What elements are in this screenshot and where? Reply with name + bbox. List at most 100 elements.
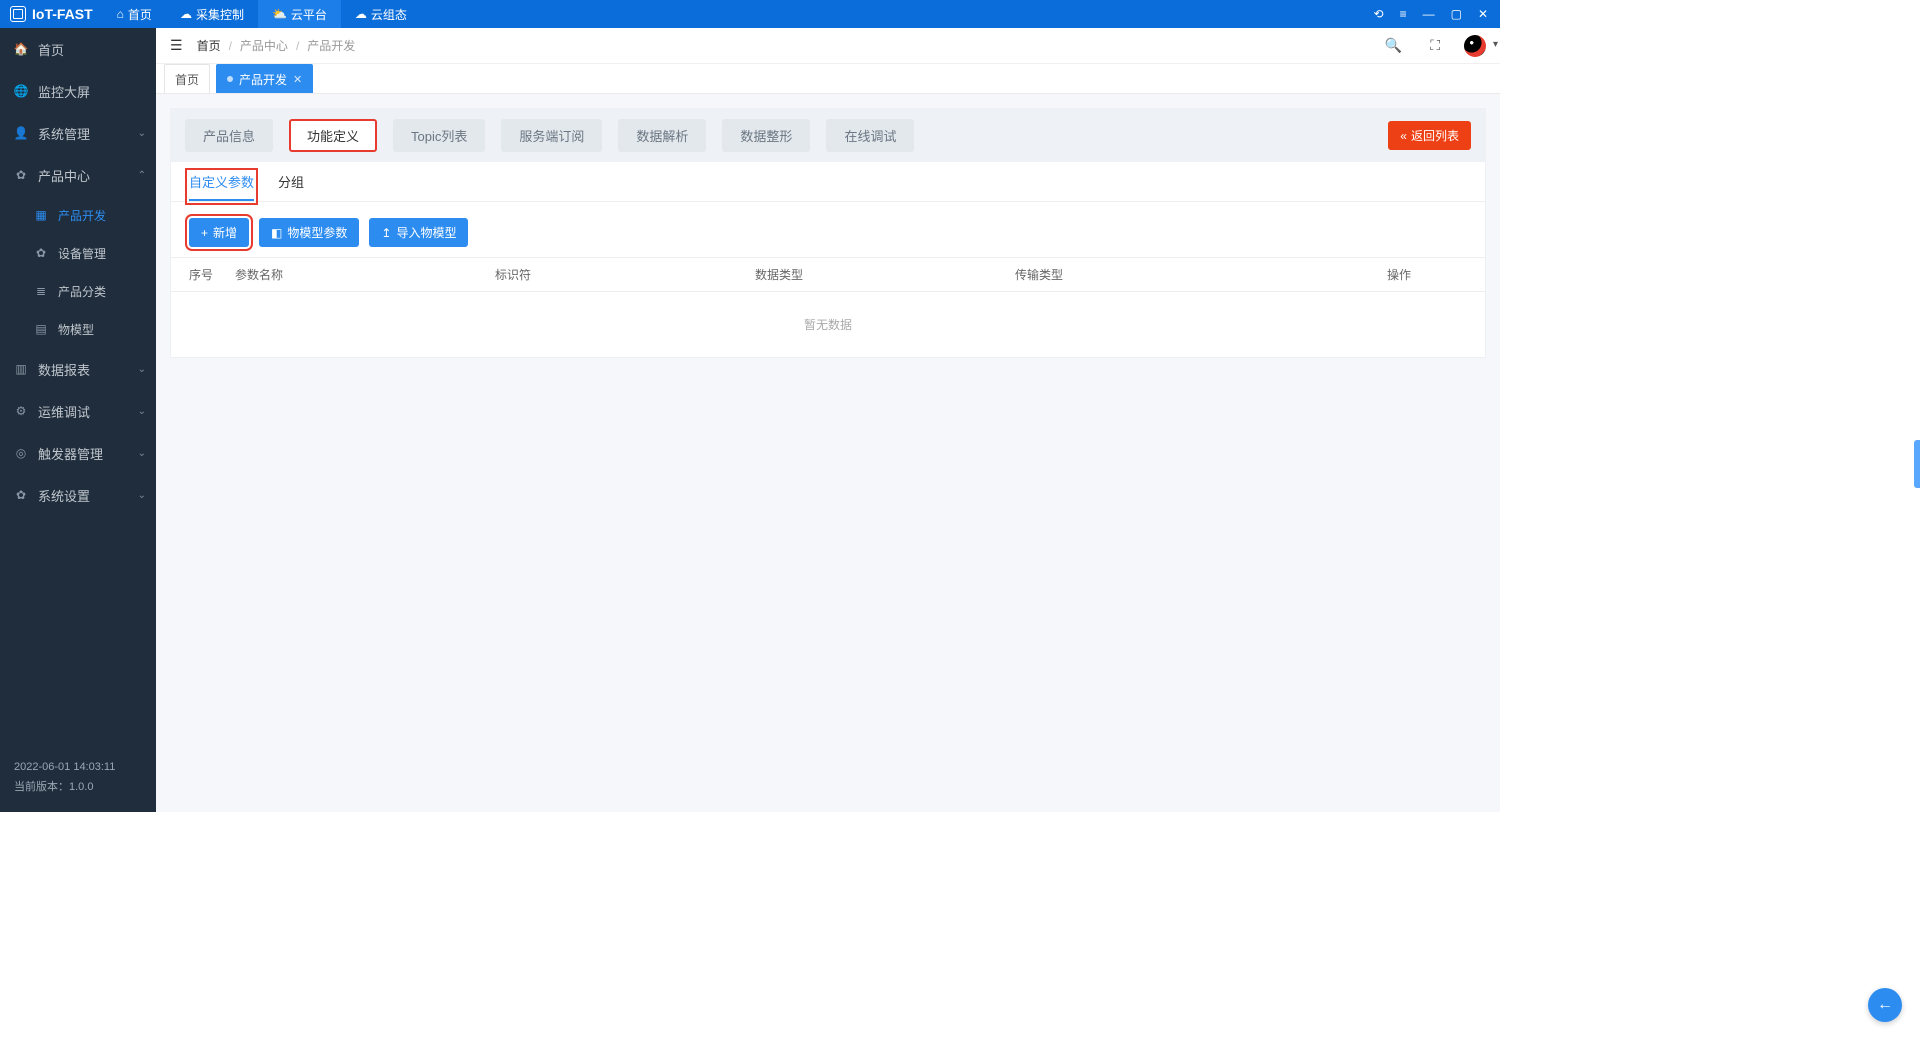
subtab-group[interactable]: 分组 [278, 172, 304, 201]
topnav-cloud-platform[interactable]: ⛅云平台 [258, 0, 341, 28]
sidebar-item-reports[interactable]: ▥数据报表⌄ [0, 348, 156, 390]
segment-tabs: 产品信息 功能定义 Topic列表 服务端订阅 数据解析 数据整形 在线调试 [185, 119, 914, 152]
topnav-home[interactable]: ⌂首页 [103, 0, 166, 28]
subtab-custom-params[interactable]: 自定义参数 [189, 172, 254, 201]
chevron-down-icon: ⌄ [138, 406, 146, 417]
page-tabs: 首页 产品开发✕ [156, 64, 1500, 94]
col-transfer-type: 传输类型 [1015, 266, 1387, 283]
fab-back-button[interactable]: ← [1868, 988, 1902, 1022]
bug-icon: ⚙ [14, 404, 28, 418]
cloud-icon: ☁ [180, 7, 192, 21]
topnav-cloud-scada[interactable]: ☁云组态 [341, 0, 421, 28]
product-card: 产品信息 功能定义 Topic列表 服务端订阅 数据解析 数据整形 在线调试 «… [170, 108, 1486, 358]
breadcrumb-home[interactable]: 首页 [197, 37, 221, 54]
sidebar-item-system-settings[interactable]: ✿系统设置⌄ [0, 474, 156, 516]
breadcrumb-product-dev: 产品开发 [307, 37, 355, 54]
sidebar-item-product-center[interactable]: ✿产品中心⌃ [0, 154, 156, 196]
sidebar-item-product-dev[interactable]: ▦产品开发 [0, 196, 156, 234]
window-controls: ⟲ ≡ — ▢ ✕ [1374, 7, 1500, 21]
close-icon[interactable]: ✕ [1478, 7, 1488, 21]
chevron-down-icon: ⌄ [138, 364, 146, 375]
gear-icon: ✿ [14, 168, 28, 182]
sidebar-item-home[interactable]: 🏠首页 [0, 28, 156, 70]
col-identifier: 标识符 [495, 266, 755, 283]
search-icon[interactable]: 🔍 [1385, 37, 1402, 54]
seg-online-debug[interactable]: 在线调试 [826, 119, 914, 152]
seg-data-parse[interactable]: 数据解析 [618, 119, 706, 152]
gear-icon: ✿ [34, 246, 48, 260]
chart-icon: ▥ [14, 362, 28, 376]
cloud-icon: ☁ [355, 7, 367, 21]
table-header: 序号 参数名称 标识符 数据类型 传输类型 操作 [171, 257, 1485, 292]
col-param-name: 参数名称 [235, 266, 495, 283]
titlebar: IoT-FAST ⌂首页 ☁采集控制 ⛅云平台 ☁云组态 ⟲ ≡ — ▢ ✕ [0, 0, 1500, 28]
main: ☰ 首页 / 产品中心 / 产品开发 🔍 ⛶ 首页 产品开发✕ 产品信息 [156, 28, 1500, 812]
refresh-icon[interactable]: ⟲ [1374, 7, 1384, 21]
pagetab-home[interactable]: 首页 [164, 64, 210, 93]
sidebar: 🏠首页 🌐监控大屏 👤系统管理⌄ ✿产品中心⌃ ▦产品开发 ✿设备管理 ≣产品分… [0, 28, 156, 812]
globe-icon: 🌐 [14, 84, 28, 98]
sidebar-footer: 2022-06-01 14:03:11 当前版本：1.0.0 [0, 748, 156, 812]
menu-icon[interactable]: ≡ [1400, 7, 1407, 21]
sidebar-item-product-category[interactable]: ≣产品分类 [0, 272, 156, 310]
breadcrumb-sep: / [229, 39, 232, 53]
chevron-down-icon: ⌄ [138, 128, 146, 139]
model-params-button[interactable]: ◧物模型参数 [259, 218, 359, 247]
pagetab-product-dev[interactable]: 产品开发✕ [216, 64, 313, 93]
plus-icon: + [201, 226, 208, 240]
minimize-icon[interactable]: — [1423, 7, 1435, 21]
chevron-left-icon: « [1400, 129, 1407, 143]
topbar: ☰ 首页 / 产品中心 / 产品开发 🔍 ⛶ [156, 28, 1500, 64]
chevron-up-icon: ⌃ [138, 170, 146, 181]
table-icon: ▤ [34, 322, 48, 336]
home-icon: ⌂ [117, 7, 124, 21]
sidebar-item-monitor[interactable]: 🌐监控大屏 [0, 70, 156, 112]
seg-data-reshape[interactable]: 数据整形 [722, 119, 810, 152]
gear-icon: ✿ [14, 488, 28, 502]
sidebar-item-ops-debug[interactable]: ⚙运维调试⌄ [0, 390, 156, 432]
app-logo[interactable]: IoT-FAST [0, 6, 103, 22]
footer-time: 2022-06-01 14:03:11 [14, 758, 142, 778]
side-panel-handle[interactable] [1914, 440, 1920, 488]
add-button[interactable]: +新增 [189, 218, 249, 247]
maximize-icon[interactable]: ▢ [1451, 7, 1462, 21]
seg-server-sub[interactable]: 服务端订阅 [501, 119, 602, 152]
col-index: 序号 [189, 266, 235, 283]
import-icon: ↥ [381, 226, 391, 240]
content: 产品信息 功能定义 Topic列表 服务端订阅 数据解析 数据整形 在线调试 «… [156, 94, 1500, 812]
sidebar-item-trigger-mgmt[interactable]: ◎触发器管理⌄ [0, 432, 156, 474]
logo-icon [10, 6, 26, 22]
active-dot-icon [227, 76, 233, 82]
cloud-icon: ⛅ [272, 7, 287, 21]
sidebar-item-thing-model[interactable]: ▤物模型 [0, 310, 156, 348]
footer-version: 当前版本：1.0.0 [14, 778, 142, 798]
breadcrumb-product-center[interactable]: 产品中心 [240, 37, 288, 54]
user-icon: 👤 [14, 126, 28, 140]
import-model-button[interactable]: ↥导入物模型 [369, 218, 468, 247]
sidebar-item-system-mgmt[interactable]: 👤系统管理⌄ [0, 112, 156, 154]
seg-function-define[interactable]: 功能定义 [289, 119, 377, 152]
chevron-down-icon: ⌄ [138, 448, 146, 459]
seg-product-info[interactable]: 产品信息 [185, 119, 273, 152]
table-empty: 暂无数据 [171, 292, 1485, 357]
grid-icon: ▦ [34, 208, 48, 222]
target-icon: ◎ [14, 446, 28, 460]
card-header: 产品信息 功能定义 Topic列表 服务端订阅 数据解析 数据整形 在线调试 «… [171, 109, 1485, 162]
back-to-list-button[interactable]: «返回列表 [1388, 121, 1471, 150]
fullscreen-icon[interactable]: ⛶ [1430, 37, 1440, 54]
app-name: IoT-FAST [32, 6, 93, 22]
col-operation: 操作 [1387, 266, 1467, 283]
user-avatar[interactable] [1464, 35, 1486, 57]
tab-close-icon[interactable]: ✕ [293, 73, 302, 86]
col-data-type: 数据类型 [755, 266, 1015, 283]
list-icon: ≣ [34, 284, 48, 298]
sidebar-item-device-mgmt[interactable]: ✿设备管理 [0, 234, 156, 272]
topnav-collect[interactable]: ☁采集控制 [166, 0, 258, 28]
top-nav: ⌂首页 ☁采集控制 ⛅云平台 ☁云组态 [103, 0, 421, 28]
dashboard-icon: 🏠 [14, 42, 28, 56]
sub-tabs: 自定义参数 分组 [171, 162, 1485, 202]
breadcrumb-sep: / [296, 39, 299, 53]
sidebar-toggle-icon[interactable]: ☰ [170, 37, 183, 54]
chevron-down-icon: ⌄ [138, 490, 146, 501]
seg-topic-list[interactable]: Topic列表 [393, 119, 485, 152]
